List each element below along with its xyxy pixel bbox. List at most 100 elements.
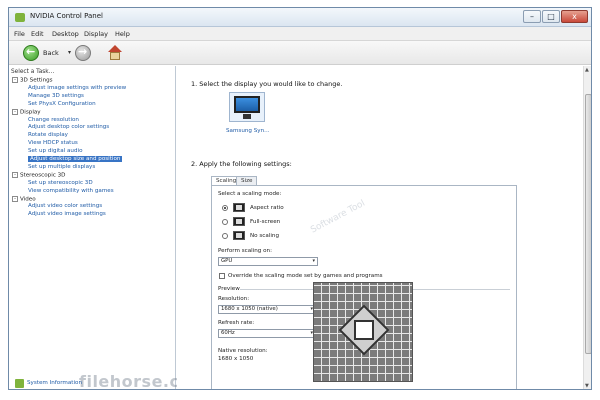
tree-category[interactable]: - Video (12, 195, 36, 204)
tree-item-label: Change resolution (28, 116, 79, 123)
home-icon (108, 45, 122, 52)
tree-link[interactable]: Adjust video image settings (28, 211, 106, 218)
aspect-ratio-label: Aspect ratio (250, 205, 284, 211)
tree-link[interactable]: Adjust desktop color settings (28, 124, 109, 131)
tree-item-label: Adjust desktop size and position (28, 156, 123, 162)
tree-item-label: Set up digital audio (28, 148, 83, 155)
perform-scaling-value: GPU (221, 258, 233, 264)
collapse-icon[interactable]: - (12, 195, 18, 202)
display-name[interactable]: Samsung Syn... (226, 128, 270, 134)
tree-link-selected[interactable]: Adjust desktop size and position (28, 156, 123, 163)
tree-link[interactable]: Adjust image settings with preview (28, 85, 126, 92)
tree-category[interactable]: - Display (12, 108, 41, 117)
tree-item-label: Adjust video color settings (28, 203, 103, 210)
title-bar: NVIDIA Control Panel – □ x (9, 8, 591, 27)
tree-category[interactable]: - Stereoscopic 3D (12, 171, 66, 180)
system-information-link[interactable]: System Information (15, 377, 175, 389)
collapse-icon[interactable]: - (12, 108, 18, 115)
radio-aspect-ratio[interactable] (222, 205, 228, 211)
scroll-up-icon[interactable]: ▲ (585, 67, 589, 73)
refresh-rate-value: 60Hz (221, 330, 235, 336)
tree-item-label: Set up multiple displays (28, 163, 96, 170)
back-dropdown-icon[interactable]: ▾ (68, 49, 71, 56)
menu-file[interactable]: File (14, 30, 25, 38)
preview-label: Preview (218, 286, 240, 292)
task-pane: Select a Task... -3D Settings Adjust imag… (9, 66, 208, 389)
tree-item-label: Stereoscopic 3D (20, 172, 66, 179)
tree-item-label: Set PhysX Configuration (28, 100, 96, 107)
tree-item-label: Adjust desktop color settings (28, 124, 110, 131)
tree-item-label: Set up stereoscopic 3D (28, 179, 93, 186)
system-info-icon (15, 379, 24, 388)
refresh-rate-select[interactable]: 60Hz ▾ (218, 329, 316, 338)
native-resolution-label: Native resolution: (218, 348, 268, 354)
tree-item-label: Rotate display (28, 132, 68, 139)
tree-item-label: Video (20, 196, 36, 202)
tree-item-label: Display (20, 109, 41, 116)
menu-bar: File Edit Desktop Display Help (9, 27, 591, 41)
scroll-down-icon[interactable]: ▼ (585, 383, 589, 389)
no-scaling-label: No scaling (250, 233, 280, 239)
tree-item-label: View compatibility with games (28, 187, 114, 194)
override-scaling-checkbox[interactable] (219, 273, 225, 279)
tree-link[interactable]: Set up digital audio (28, 148, 83, 155)
collapse-icon[interactable]: - (12, 171, 18, 178)
forward-button[interactable] (75, 45, 91, 61)
back-label[interactable]: Back (43, 49, 59, 57)
collapse-icon[interactable]: - (12, 77, 18, 83)
resolution-select[interactable]: 1680 x 1050 (native) ▾ (218, 305, 316, 314)
radio-full-screen[interactable] (222, 219, 228, 225)
tree-link[interactable]: View compatibility with games (28, 188, 114, 195)
resolution-label: Resolution: (218, 296, 250, 302)
display-selector[interactable] (229, 92, 265, 122)
tree-item-label: Adjust image settings with preview (28, 84, 127, 91)
system-information-label: System Information (27, 380, 83, 386)
menu-help[interactable]: Help (115, 30, 130, 38)
home-button[interactable] (107, 45, 123, 61)
tree-item-label: 3D Settings (20, 77, 53, 84)
menu-desktop[interactable]: Desktop (52, 30, 79, 38)
aspect-ratio-icon (233, 203, 245, 212)
monitor-icon (234, 96, 260, 113)
scaling-preview (313, 282, 413, 382)
override-scaling-label: Override the scaling mode set by games a… (228, 273, 383, 279)
step2-heading: 2. Apply the following settings: (191, 160, 292, 168)
tree-item-label: Manage 3D settings (28, 92, 84, 99)
nvidia-control-panel-window: NVIDIA Control Panel – □ x File Edit Des… (8, 7, 592, 390)
back-button[interactable] (23, 45, 39, 61)
menu-edit[interactable]: Edit (31, 30, 44, 38)
menu-display[interactable]: Display (84, 30, 108, 38)
tree-link[interactable]: Set up stereoscopic 3D (28, 180, 93, 187)
tree-link[interactable]: Set up multiple displays (28, 164, 95, 171)
window-title: NVIDIA Control Panel (30, 12, 103, 20)
tree-link[interactable]: Change resolution (28, 117, 79, 124)
step1-heading: 1. Select the display you would like to … (191, 80, 343, 88)
tree-link[interactable]: Set PhysX Configuration (28, 101, 96, 108)
scrollbar-thumb[interactable] (585, 94, 591, 354)
perform-scaling-label: Perform scaling on: (218, 248, 272, 254)
software-watermark: Software Tool (309, 198, 367, 236)
tree-link[interactable]: Adjust video color settings (28, 203, 102, 210)
content-scrollbar[interactable]: ▲ ▼ (583, 66, 591, 389)
refresh-rate-label: Refresh rate: (218, 320, 255, 326)
minimize-button[interactable]: – (523, 10, 541, 23)
close-button[interactable]: x (561, 10, 588, 23)
tree-item-label: Adjust video image settings (28, 211, 106, 218)
radio-no-scaling[interactable] (222, 233, 228, 239)
toolbar: Back ▾ (9, 41, 591, 65)
tree-link[interactable]: Manage 3D settings (28, 93, 84, 100)
full-screen-label: Full-screen (250, 219, 281, 225)
tree-link[interactable]: Rotate display (28, 132, 68, 139)
full-screen-icon (233, 217, 245, 226)
scaling-mode-label: Select a scaling mode: (218, 191, 282, 197)
tree-category[interactable]: -3D Settings (12, 77, 53, 85)
nvidia-logo-icon (15, 13, 25, 22)
perform-scaling-select[interactable]: GPU ▾ (218, 257, 318, 266)
resolution-value: 1680 x 1050 (native) (221, 306, 278, 312)
tree-item-label: View HDCP status (28, 140, 78, 147)
no-scaling-icon (233, 231, 245, 240)
maximize-button[interactable]: □ (542, 10, 560, 23)
task-pane-header: Select a Task... (11, 69, 55, 75)
preview-inner-square (354, 320, 374, 340)
tree-link[interactable]: View HDCP status (28, 140, 78, 147)
